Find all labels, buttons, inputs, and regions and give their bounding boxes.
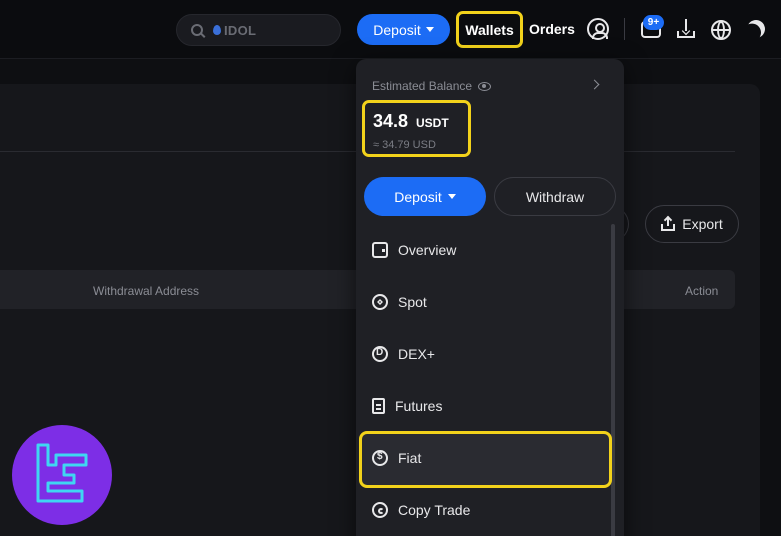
caret-down-icon — [447, 194, 456, 199]
top-nav-bar: IDOL Deposit Wallets Orders 9+ — [0, 0, 781, 59]
user-account-icon[interactable] — [587, 18, 609, 40]
menu-scrollbar[interactable] — [611, 224, 615, 536]
copy-trade-icon — [372, 502, 388, 518]
menu-item-label: Fiat — [398, 450, 422, 466]
menu-item-label: Overview — [398, 242, 457, 258]
wallets-dropdown-menu: Estimated Balance 34.8 USDT ≈ 34.79 USD … — [356, 59, 624, 536]
table-header-withdrawal-address: Withdrawal Address — [93, 284, 200, 298]
menu-item-label: DEX+ — [398, 346, 435, 362]
wallets-label: Wallets — [465, 21, 514, 38]
header-deposit-label: Deposit — [373, 21, 421, 38]
caret-down-icon — [425, 27, 434, 32]
menu-item-label: Copy Trade — [398, 502, 471, 518]
balance-amount: 34.8 — [373, 111, 409, 131]
nav-divider — [624, 18, 625, 40]
balance-summary: 34.8 USDT ≈ 34.79 USD — [362, 100, 471, 157]
balance-usd-equivalent: ≈ 34.79 USD — [373, 139, 436, 151]
chevron-right-icon[interactable] — [589, 79, 600, 90]
search-placeholder: IDOL — [224, 22, 257, 38]
menu-withdraw-label: Withdraw — [525, 188, 585, 205]
estimated-balance-toggle[interactable]: Estimated Balance — [372, 79, 492, 93]
brand-logo — [12, 425, 112, 525]
menu-deposit-label: Deposit — [394, 188, 442, 205]
menu-item-futures[interactable]: Futures — [372, 398, 442, 414]
header-deposit-button[interactable]: Deposit — [357, 14, 450, 45]
menu-item-label: Futures — [395, 398, 443, 414]
balance-unit: USDT — [416, 116, 449, 130]
theme-moon-icon[interactable] — [744, 17, 767, 40]
menu-item-copy-trade[interactable]: Copy Trade — [372, 502, 470, 518]
export-icon — [661, 215, 676, 231]
token-drop-icon — [213, 25, 221, 35]
menu-item-fiat[interactable]: Fiat — [372, 450, 421, 466]
fiat-dollar-icon — [372, 450, 388, 466]
menu-deposit-button[interactable]: Deposit — [364, 177, 486, 216]
estimated-balance-label: Estimated Balance — [372, 79, 473, 93]
search-input[interactable]: IDOL — [176, 14, 341, 46]
dex-icon — [372, 346, 388, 362]
table-header-action: Action — [685, 284, 719, 298]
wallets-nav-link[interactable]: Wallets — [456, 11, 523, 48]
download-icon[interactable] — [676, 18, 698, 40]
language-globe-icon[interactable] — [711, 20, 731, 40]
orders-nav-link[interactable]: Orders — [529, 21, 575, 37]
export-label: Export — [682, 216, 723, 232]
menu-withdraw-button[interactable]: Withdraw — [494, 177, 616, 216]
export-button[interactable]: Export — [645, 205, 739, 243]
futures-icon — [372, 398, 385, 414]
menu-item-dex[interactable]: DEX+ — [372, 346, 435, 362]
menu-item-label: Spot — [398, 294, 427, 310]
brand-logo-mark-icon — [36, 443, 88, 503]
wallet-icon — [372, 242, 388, 258]
notification-badge: 9+ — [643, 15, 664, 30]
eye-icon[interactable] — [478, 81, 492, 91]
spot-icon — [372, 294, 388, 310]
menu-item-spot[interactable]: Spot — [372, 294, 427, 310]
menu-item-overview[interactable]: Overview — [372, 242, 456, 258]
search-icon — [191, 24, 203, 36]
